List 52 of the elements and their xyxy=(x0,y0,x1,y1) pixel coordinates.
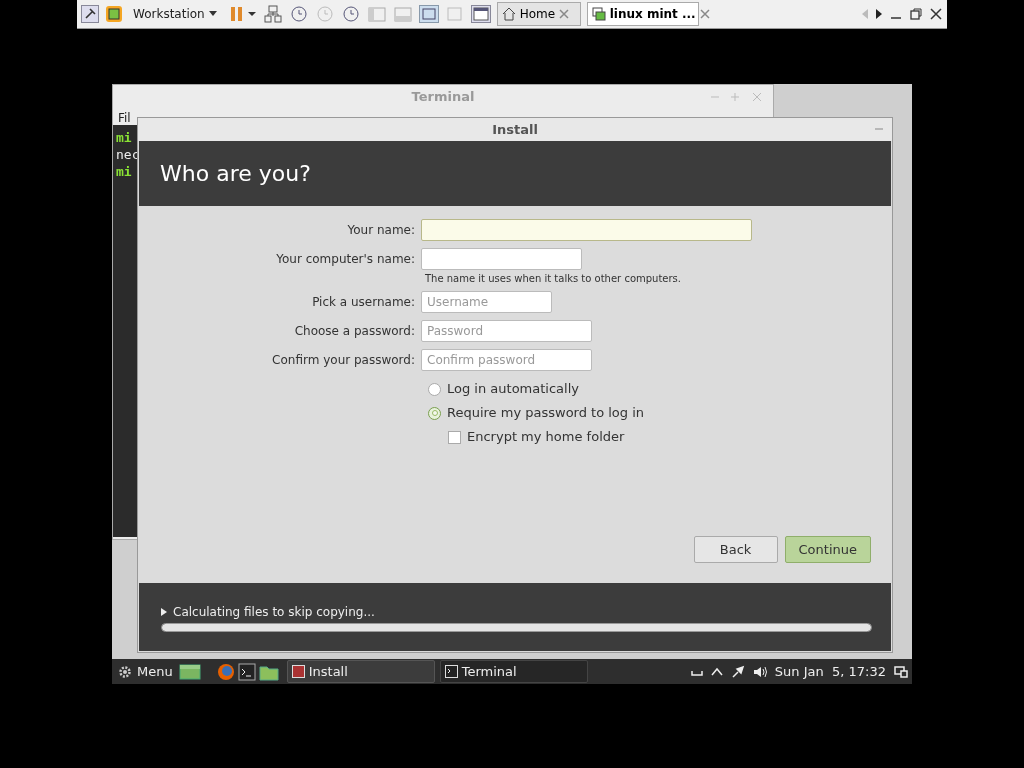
home-icon xyxy=(501,7,516,21)
input-field[interactable] xyxy=(421,247,582,270)
input-field[interactable]: Confirm password xyxy=(421,348,592,371)
field-label: Choose a password: xyxy=(294,323,415,338)
restore-icon[interactable] xyxy=(909,7,923,21)
console-icon[interactable] xyxy=(470,5,491,23)
terminal-icon xyxy=(444,665,458,678)
field-label: Pick a username: xyxy=(312,294,415,309)
window-title: Install xyxy=(492,120,538,139)
hint-text: The name it uses when it talks to other computers. xyxy=(425,273,681,284)
taskbar-button[interactable]: Terminal xyxy=(439,660,588,683)
caret-icon xyxy=(208,11,217,17)
volume-icon[interactable] xyxy=(752,665,767,678)
terminal-icon[interactable] xyxy=(237,662,256,681)
input-field[interactable]: Password xyxy=(421,319,592,342)
vm-menu-button[interactable]: Workstation xyxy=(129,5,221,23)
taskbar-button[interactable]: Install xyxy=(286,660,435,683)
input-field[interactable] xyxy=(421,218,752,241)
fullscreen-icon[interactable] xyxy=(418,5,439,23)
tab[interactable]: Home xyxy=(496,2,581,26)
desktop-icon[interactable] xyxy=(178,662,201,681)
back-button[interactable]: Back xyxy=(693,536,778,563)
globe-icon[interactable] xyxy=(216,662,235,681)
close-icon[interactable] xyxy=(929,7,943,21)
gear-icon xyxy=(118,664,132,679)
field-label: Your computer's name: xyxy=(276,251,415,266)
page-heading: Who are you? xyxy=(160,160,311,188)
continue-button[interactable]: Continue xyxy=(784,536,871,563)
window-title: Terminal xyxy=(411,88,475,107)
expander-icon[interactable] xyxy=(161,608,167,616)
terminal-line: nec xyxy=(116,146,140,163)
vm-icon xyxy=(591,7,606,21)
menu-item[interactable]: Fil xyxy=(118,109,131,125)
input-field[interactable]: Username xyxy=(421,290,552,313)
display-icon[interactable] xyxy=(894,665,908,678)
vm-icon[interactable] xyxy=(105,5,123,23)
clock-text[interactable]: Sun Jan 5, 17:32 xyxy=(774,661,886,682)
radio-option[interactable]: Log in automatically xyxy=(428,377,579,401)
menu-button[interactable]: Menu xyxy=(112,661,179,682)
pin-icon[interactable] xyxy=(81,5,99,23)
clock-icon[interactable] xyxy=(340,5,361,23)
progress-text: Calculating files to skip copying... xyxy=(173,604,375,621)
field-label: Confirm your password: xyxy=(272,352,415,367)
terminal-line: mi xyxy=(116,129,132,146)
radio-option[interactable]: Require my password to log in xyxy=(428,401,645,425)
field-label: Your name: xyxy=(347,222,415,237)
clock-icon[interactable] xyxy=(288,5,309,23)
network-icon[interactable] xyxy=(262,5,283,23)
terminal-line: mi xyxy=(116,163,132,180)
checkbox-option[interactable]: Encrypt my home folder xyxy=(448,425,625,449)
window-icon xyxy=(291,665,305,678)
right-arrow-icon[interactable] xyxy=(875,9,883,19)
